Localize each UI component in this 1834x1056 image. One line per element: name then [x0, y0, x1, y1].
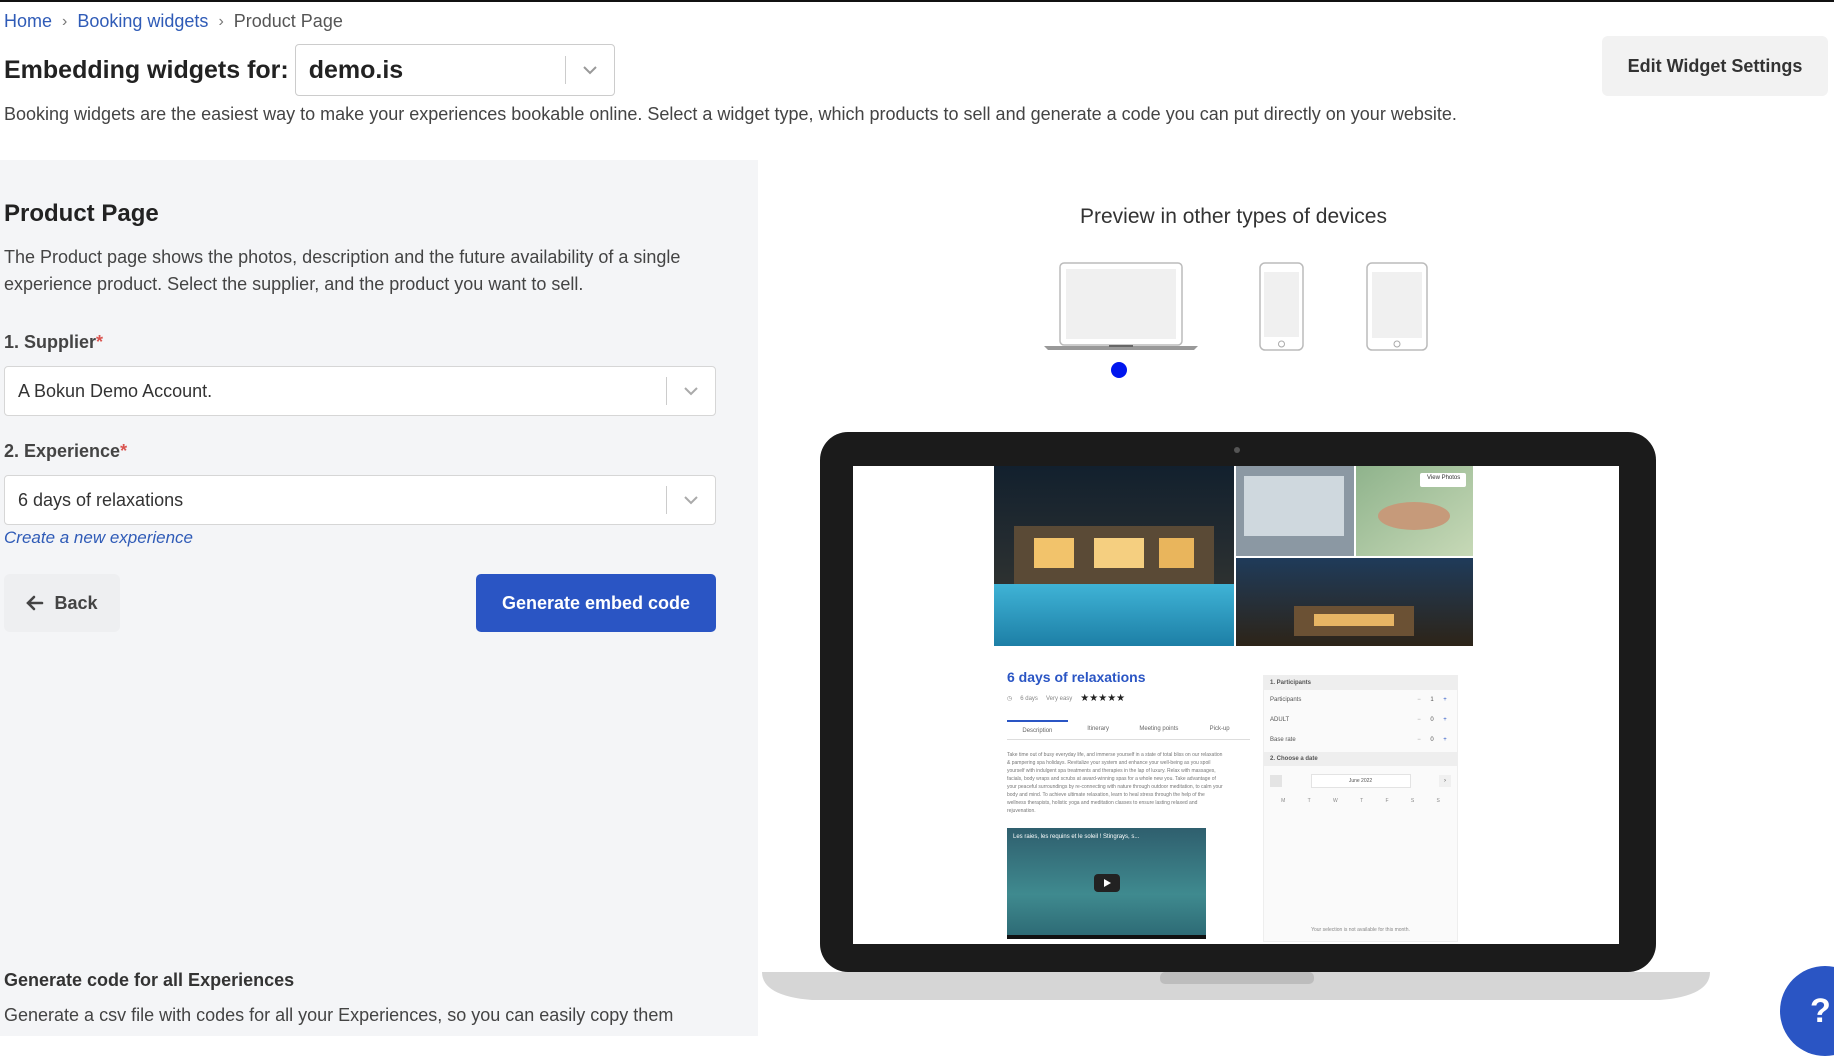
supplier-select-value: A Bokun Demo Account. — [18, 380, 213, 401]
preview-product-title: 6 days of relaxations — [1007, 669, 1146, 685]
preview-title: Preview in other types of devices — [1080, 205, 1387, 228]
preview-booking-panel: 1. Participants Participants − 1 + ADULT… — [1263, 675, 1458, 942]
selected-device-indicator — [1111, 362, 1127, 378]
tablet-device-icon[interactable] — [1366, 262, 1428, 352]
breadcrumb-separator: › — [218, 12, 224, 30]
edit-widget-settings-button[interactable]: Edit Widget Settings — [1602, 36, 1828, 96]
preview-description-line: yourself with indulgent spa treatments a… — [1007, 768, 1216, 774]
embed-label: Embedding widgets for: — [4, 55, 289, 84]
supplier-label-text: 1. Supplier — [4, 332, 97, 352]
breadcrumb-widgets-link[interactable]: Booking widgets — [77, 11, 208, 32]
intro-text: Booking widgets are the easiest way to m… — [4, 104, 1457, 124]
rating-stars: ★★★★★ — [1080, 693, 1126, 704]
base-rate-row: Base rate − 0 + — [1264, 730, 1457, 750]
preview-description-line: your peaceful surroundings by re-connect… — [1007, 784, 1223, 790]
preview-tab-meeting-points[interactable]: Meeting points — [1129, 720, 1190, 739]
experience-select[interactable]: 6 days of relaxations — [4, 475, 716, 525]
weekday-header: M T W T F S S — [1264, 796, 1457, 806]
preview-tabs: Description Itinerary Meeting points Pic… — [1007, 720, 1250, 740]
choose-date-header: 2. Choose a date — [1264, 752, 1457, 766]
breadcrumb: Home › Booking widgets › Product Page — [4, 11, 343, 32]
back-button[interactable]: Back — [4, 574, 120, 632]
month-select[interactable]: June 2022 — [1310, 774, 1411, 788]
laptop-device-icon[interactable] — [1044, 262, 1198, 352]
prev-month-button[interactable] — [1270, 775, 1282, 787]
supplier-label: 1. Supplier* — [4, 332, 103, 353]
play-icon[interactable] — [1094, 874, 1120, 892]
form-description: The Product page shows the photos, descr… — [4, 247, 681, 294]
required-mark: * — [120, 441, 128, 461]
clock-icon: ◷ — [1007, 696, 1013, 702]
generate-embed-code-button[interactable]: Generate embed code — [476, 574, 716, 632]
view-photos-button[interactable]: View Photos — [1427, 475, 1460, 481]
availability-message: Your selection is not available for this… — [1311, 927, 1410, 933]
weekday-label: T — [1360, 798, 1364, 804]
generate-all-description: Generate a csv file with codes for all y… — [4, 1005, 674, 1025]
preview-video[interactable]: Les raies, les requins et le soleil ! St… — [1007, 828, 1206, 939]
plus-icon[interactable]: + — [1439, 717, 1451, 723]
experience-label-text: 2. Experience — [4, 441, 121, 461]
domain-select-value: demo.is — [308, 55, 404, 84]
participants-row: Participants − 1 + — [1264, 690, 1457, 710]
chevron-down-icon[interactable] — [566, 45, 614, 95]
preview-tab-itinerary[interactable]: Itinerary — [1068, 720, 1129, 739]
required-mark: * — [96, 332, 104, 352]
preview-difficulty: Very easy — [1045, 695, 1073, 702]
weekday-label: S — [1410, 798, 1415, 804]
minus-icon[interactable]: − — [1413, 717, 1425, 723]
adult-row: ADULT − 0 + — [1264, 710, 1457, 730]
participants-count: 1 — [1430, 697, 1434, 703]
base-rate-row-label: Base rate — [1270, 737, 1296, 743]
generate-all-title: Generate code for all Experiences — [4, 970, 295, 990]
video-title: Les raies, les requins et le soleil ! St… — [1013, 834, 1140, 840]
domain-select[interactable]: demo.is — [294, 44, 615, 96]
breadcrumb-current: Product Page — [233, 11, 343, 31]
preview-description: Take time out of busy everyday life, and… — [1007, 751, 1250, 815]
back-button-label: Back — [54, 592, 98, 613]
preview-description-line: rejuvenation. — [1007, 808, 1036, 814]
product-photo-gallery[interactable] — [994, 466, 1473, 646]
experience-label: 2. Experience* — [4, 441, 127, 462]
month-selector: June 2022 › — [1264, 766, 1457, 796]
plus-icon[interactable]: + — [1439, 737, 1451, 743]
preview-description-line: wellness therapists, holistic yoga and m… — [1007, 800, 1198, 806]
weekday-label: T — [1307, 798, 1311, 804]
preview-description-line: facials, body wraps and scrubs at award-… — [1007, 776, 1216, 782]
preview-product-meta: ◷ 6 days Very easy ★★★★★ — [1007, 693, 1125, 704]
preview-description-line: body and mind. To achieve ultimate relax… — [1007, 792, 1205, 798]
breadcrumb-separator: › — [62, 12, 68, 30]
video-progress-bar — [1007, 935, 1206, 939]
supplier-select[interactable]: A Bokun Demo Account. — [4, 366, 716, 416]
weekday-label: F — [1385, 798, 1389, 804]
breadcrumb-home-link[interactable]: Home — [4, 11, 52, 32]
experience-select-value: 6 days of relaxations — [18, 489, 184, 510]
next-month-button[interactable]: › — [1439, 775, 1451, 787]
adult-row-label: ADULT — [1270, 717, 1290, 723]
preview-tab-description[interactable]: Description — [1007, 720, 1068, 739]
create-experience-link[interactable]: Create a new experience — [4, 528, 193, 548]
weekday-label: W — [1333, 798, 1338, 804]
weekday-label: S — [1436, 798, 1440, 804]
preview-description-line: & pampering spa holidays. Revitalize you… — [1007, 760, 1211, 766]
participants-header: 1. Participants — [1264, 676, 1457, 690]
phone-device-icon[interactable] — [1259, 262, 1304, 352]
chevron-down-icon[interactable] — [667, 476, 715, 524]
base-rate-count: 0 — [1430, 737, 1434, 743]
preview-tab-pickup[interactable]: Pick-up — [1189, 720, 1250, 739]
chevron-down-icon[interactable] — [667, 367, 715, 415]
adult-count: 0 — [1430, 717, 1434, 723]
plus-icon[interactable]: + — [1439, 697, 1451, 703]
top-border — [0, 0, 1834, 2]
minus-icon[interactable]: − — [1413, 697, 1425, 703]
minus-icon[interactable]: − — [1413, 737, 1425, 743]
weekday-label: M — [1281, 798, 1286, 804]
preview-description-line: Take time out of busy everyday life, and… — [1007, 752, 1223, 758]
embed-header: Embedding widgets for: demo.is — [4, 44, 615, 96]
participants-row-label: Participants — [1270, 697, 1302, 703]
arrow-left-icon — [26, 595, 44, 611]
form-title: Product Page — [4, 200, 159, 227]
preview-duration: 6 days — [1020, 695, 1038, 702]
